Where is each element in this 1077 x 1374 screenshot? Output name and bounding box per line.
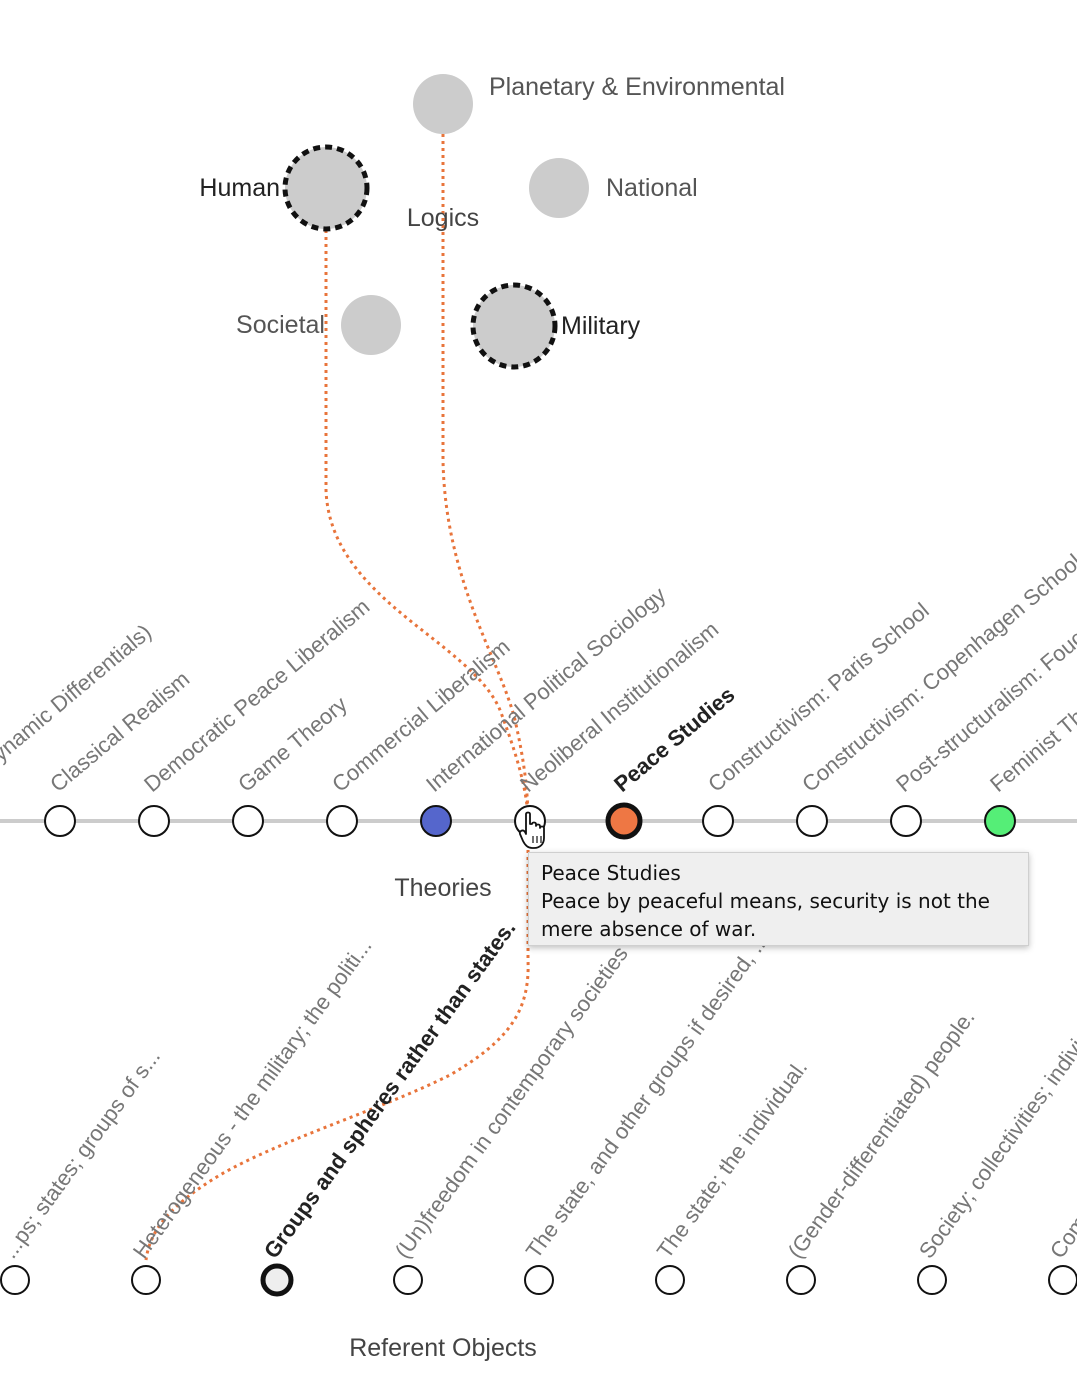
- theory-node-democratic-peace-liberalism[interactable]: [138, 805, 170, 837]
- theory-node-international-political-sociology[interactable]: [420, 805, 452, 837]
- tooltip-title: Peace Studies: [541, 861, 681, 885]
- theory-label-commercial-liberalism: Commercial Liberalism: [327, 634, 514, 797]
- referent-label-9: Communities; collec: [1045, 1089, 1077, 1263]
- referent-node-3[interactable]: [260, 1263, 294, 1297]
- logic-node-military[interactable]: [470, 282, 558, 370]
- logic-label-societal: Societal: [236, 311, 325, 339]
- referent-label-4: (Un)freedom in contemporary societies: [390, 942, 633, 1263]
- referent-node-1[interactable]: [0, 1265, 30, 1295]
- logic-label-planetary: Planetary & Environmental: [489, 73, 785, 101]
- referent-node-5[interactable]: [524, 1265, 554, 1295]
- theory-node-constructivism-copenhagen-school[interactable]: [796, 805, 828, 837]
- logic-label-military: Military: [561, 312, 641, 340]
- tooltip-line-2: mere absence of war.: [541, 917, 757, 941]
- referent-label-5: The state, and other groups if desired, …: [521, 928, 774, 1263]
- logic-node-human[interactable]: [282, 144, 370, 232]
- referent-labels: ...ps; states; groups of s...Heterogeneo…: [0, 916, 1077, 1263]
- referent-label-6: The state; the individual.: [652, 1055, 812, 1263]
- tooltip-line-1: Peace by peaceful means, security is not…: [541, 889, 990, 913]
- theory-node-classical-realism[interactable]: [44, 805, 76, 837]
- referent-node-2[interactable]: [131, 1265, 161, 1295]
- referent-label-3: Groups and spheres rather than states.: [259, 916, 521, 1263]
- logics-title: Logics: [407, 204, 479, 232]
- logic-label-human: Human: [199, 174, 280, 202]
- diagram-canvas: Planetary & Environmental Human National…: [0, 73, 1077, 1362]
- theory-tooltip: Peace Studies Peace by peaceful means, s…: [528, 852, 1029, 946]
- theory-node-post-structuralism-foucault[interactable]: [890, 805, 922, 837]
- theory-node-constructivism-paris-school[interactable]: [702, 805, 734, 837]
- logic-node-national[interactable]: [529, 158, 589, 218]
- theories-title: Theories: [394, 874, 491, 902]
- theory-node-commercial-liberalism[interactable]: [326, 805, 358, 837]
- referent-node-7[interactable]: [786, 1265, 816, 1295]
- theory-node-peace-studies[interactable]: [605, 802, 643, 840]
- referent-node-8[interactable]: [917, 1265, 947, 1295]
- referent-node-4[interactable]: [393, 1265, 423, 1295]
- referent-label-2: Heterogeneous - the military; the politi…: [128, 934, 377, 1263]
- logic-node-societal[interactable]: [341, 295, 401, 355]
- logic-label-national: National: [606, 174, 698, 202]
- theory-labels: m (Dynamic Differentials)Classical Reali…: [0, 549, 1077, 797]
- logics-layer: Planetary & Environmental Human National…: [199, 73, 785, 370]
- referent-label-8: Society; collectivities; individuals.: [914, 987, 1077, 1263]
- theory-node-game-theory[interactable]: [232, 805, 264, 837]
- logic-node-planetary[interactable]: [413, 74, 473, 134]
- referents-title: Referent Objects: [349, 1334, 537, 1362]
- referent-node-6[interactable]: [655, 1265, 685, 1295]
- theory-node-feminist-theory[interactable]: [984, 805, 1016, 837]
- referent-node-9[interactable]: [1048, 1265, 1077, 1295]
- referent-nodes: [0, 1263, 1077, 1297]
